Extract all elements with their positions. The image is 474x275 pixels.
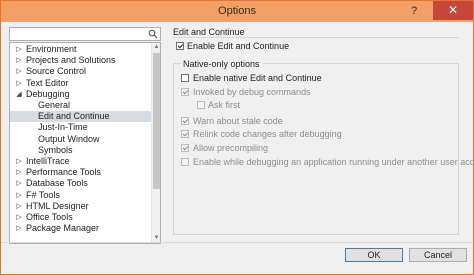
tree-item-label: Edit and Continue bbox=[38, 111, 110, 122]
tree-item[interactable]: ▷ IntelliTrace bbox=[10, 156, 151, 167]
tree-item[interactable]: ▷ Text Editor bbox=[10, 78, 151, 89]
tree-item[interactable]: ▷ Office Tools bbox=[10, 212, 151, 223]
collapsed-arrow-icon[interactable]: ▷ bbox=[15, 178, 23, 189]
collapsed-arrow-icon[interactable]: ▷ bbox=[15, 190, 23, 201]
cancel-button[interactable]: Cancel bbox=[409, 248, 467, 262]
tree-item-label: General bbox=[38, 100, 71, 110]
close-button[interactable]: ✕ bbox=[433, 1, 473, 20]
tree-item[interactable]: Symbols bbox=[10, 145, 151, 156]
help-button[interactable]: ? bbox=[405, 3, 423, 19]
relink-checkbox[interactable] bbox=[181, 130, 189, 138]
tree-item[interactable]: ▷ Performance Tools bbox=[10, 167, 151, 178]
tree-item-label: Performance Tools bbox=[26, 167, 101, 178]
tree-item-label: IntelliTrace bbox=[26, 156, 70, 166]
ok-button[interactable]: OK bbox=[345, 248, 403, 262]
tree-item[interactable]: ▷ Source Control bbox=[10, 66, 151, 77]
window-title: Options bbox=[218, 5, 256, 17]
warn-stale-label: Warn about stale code bbox=[193, 116, 283, 126]
title-bar: Options ? ✕ bbox=[1, 1, 473, 22]
collapsed-arrow-icon[interactable]: ▷ bbox=[15, 55, 23, 66]
tree-item-label: HTML Designer bbox=[26, 200, 89, 211]
tree-item-label: Environment bbox=[26, 44, 77, 54]
relink-label: Relink code changes after debugging bbox=[193, 129, 342, 139]
collapsed-arrow-icon[interactable]: ▷ bbox=[15, 212, 23, 223]
tree-item[interactable]: ▷ Environment bbox=[10, 44, 151, 55]
precompiling-label: Allow precompiling bbox=[193, 143, 269, 153]
native-edit-continue-checkbox[interactable] bbox=[181, 74, 189, 82]
enable-edit-continue-checkbox[interactable] bbox=[176, 42, 184, 50]
collapsed-arrow-icon[interactable]: ▷ bbox=[15, 156, 23, 167]
other-user-checkbox[interactable] bbox=[181, 158, 189, 166]
tree-item-label: Symbols bbox=[38, 144, 73, 155]
divider bbox=[173, 37, 459, 38]
tree-item[interactable]: ▷ F# Tools bbox=[10, 190, 151, 201]
tree-item[interactable]: ◢ Debugging bbox=[10, 89, 151, 100]
section-title: Edit and Continue bbox=[173, 27, 245, 37]
collapsed-arrow-icon[interactable]: ▷ bbox=[15, 66, 23, 77]
tree-item-label: Debugging bbox=[26, 88, 70, 99]
collapsed-arrow-icon[interactable]: ▷ bbox=[15, 201, 23, 212]
ask-first-checkbox[interactable] bbox=[197, 101, 205, 109]
tree-item[interactable]: ▷ Package Manager bbox=[10, 223, 151, 234]
tree-item[interactable]: Edit and Continue bbox=[10, 111, 151, 123]
warn-stale-checkbox[interactable] bbox=[181, 117, 189, 125]
tree-item-label: Database Tools bbox=[26, 178, 88, 189]
enable-edit-continue-label[interactable]: Enable Edit and Continue bbox=[187, 41, 289, 51]
native-edit-continue-label[interactable]: Enable native Edit and Continue bbox=[193, 73, 322, 83]
scroll-thumb[interactable] bbox=[153, 53, 160, 189]
expanded-arrow-icon[interactable]: ◢ bbox=[15, 89, 23, 100]
invoked-by-debug-label: Invoked by debug commands bbox=[193, 87, 311, 97]
other-user-label: Enable while debugging an application ru… bbox=[193, 157, 474, 167]
tree-item-label: Projects and Solutions bbox=[26, 55, 116, 66]
scroll-up-icon[interactable]: ▲ bbox=[152, 43, 160, 52]
tree-item[interactable]: ▷ HTML Designer bbox=[10, 201, 151, 212]
search-icon[interactable] bbox=[148, 29, 158, 39]
tree-item-label: Output Window bbox=[38, 133, 100, 144]
tree-item[interactable]: ▷ Projects and Solutions bbox=[10, 55, 151, 66]
tree-item[interactable]: General bbox=[10, 100, 151, 111]
collapsed-arrow-icon[interactable]: ▷ bbox=[15, 44, 23, 55]
collapsed-arrow-icon[interactable]: ▷ bbox=[15, 167, 23, 178]
tree-item-label: Source Control bbox=[26, 66, 87, 77]
search-input[interactable] bbox=[9, 27, 161, 41]
collapsed-arrow-icon[interactable]: ▷ bbox=[15, 78, 23, 89]
tree-item-label: F# Tools bbox=[26, 189, 60, 200]
ask-first-label: Ask first bbox=[208, 100, 241, 110]
tree-item[interactable]: Just-In-Time bbox=[10, 122, 151, 133]
invoked-by-debug-checkbox[interactable] bbox=[181, 88, 189, 96]
tree-item-label: Text Editor bbox=[26, 77, 69, 88]
tree-item[interactable]: Output Window bbox=[10, 134, 151, 145]
native-options-group-title: Native-only options bbox=[181, 59, 262, 69]
tree-item-label: Office Tools bbox=[26, 212, 73, 222]
tree-item[interactable]: ▷ Database Tools bbox=[10, 178, 151, 189]
tree-item-label: Package Manager bbox=[26, 223, 100, 234]
tree-item-label: Just-In-Time bbox=[38, 122, 88, 133]
footer-divider bbox=[1, 242, 473, 243]
precompiling-checkbox[interactable] bbox=[181, 144, 189, 152]
options-dialog: Options ? ✕ ▷ Environment ▷ Projects and So… bbox=[0, 0, 474, 275]
tree-vertical-scrollbar[interactable]: ▲ ▼ bbox=[151, 43, 160, 243]
collapsed-arrow-icon[interactable]: ▷ bbox=[15, 223, 23, 234]
options-tree[interactable]: ▷ Environment ▷ Projects and Solutions ▷ Sour… bbox=[9, 42, 161, 244]
